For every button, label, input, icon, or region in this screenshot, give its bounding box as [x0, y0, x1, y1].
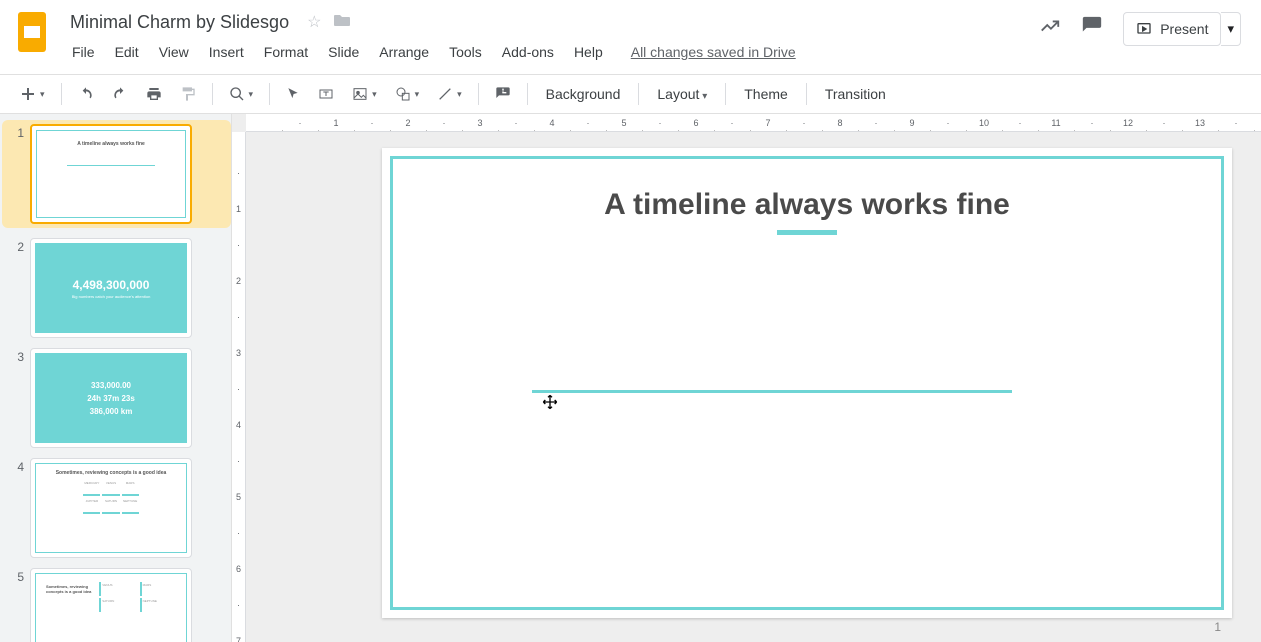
thumb-cell: SATURN: [99, 598, 137, 612]
present-label: Present: [1160, 21, 1208, 37]
slide-thumb-1[interactable]: 1 A timeline always works fine: [2, 120, 231, 228]
thumb-cell: NEPTUNE: [122, 498, 139, 514]
save-status[interactable]: All changes saved in Drive: [631, 44, 796, 60]
redo-button[interactable]: [104, 80, 136, 108]
slide-thumb-2[interactable]: 2 4,498,300,000 Big numbers catch your a…: [6, 238, 231, 338]
menu-view[interactable]: View: [151, 40, 197, 64]
canvas-area[interactable]: ·1·2·3·4·5·6·7·8·9·10·11·12·13·14·15·16·…: [232, 114, 1261, 642]
menu-edit[interactable]: Edit: [107, 40, 147, 64]
header: Minimal Charm by Slidesgo ☆ File Edit Vi…: [0, 0, 1261, 74]
separator: [806, 83, 807, 105]
slide-timeline-line[interactable]: [532, 390, 1012, 393]
slide-canvas[interactable]: A timeline always works fine: [382, 148, 1232, 618]
zoom-button[interactable]: [221, 80, 262, 108]
slide-title-text[interactable]: A timeline always works fine: [382, 188, 1232, 222]
textbox-button[interactable]: [310, 80, 342, 108]
thumb-number: 4: [6, 458, 30, 474]
thumb-bignum: 4,498,300,000: [73, 278, 150, 292]
thumb-number: 1: [6, 124, 30, 140]
layout-button[interactable]: Layout: [647, 80, 717, 108]
slide-thumb-4[interactable]: 4 Sometimes, reviewing concepts is a goo…: [6, 458, 231, 558]
thumb-line: 386,000 km: [90, 407, 133, 416]
menu-arrange[interactable]: Arrange: [371, 40, 437, 64]
slide-underline: [777, 230, 837, 235]
thumb-title: Sometimes, reviewing concepts is a good …: [42, 580, 97, 598]
menu-tools[interactable]: Tools: [441, 40, 490, 64]
menu-file[interactable]: File: [64, 40, 103, 64]
print-button[interactable]: [138, 80, 170, 108]
folder-icon[interactable]: [333, 13, 351, 32]
paint-format-button[interactable]: [172, 80, 204, 108]
filmstrip[interactable]: 1 A timeline always works fine 2 4,498,3…: [0, 114, 232, 642]
present-button[interactable]: Present: [1123, 12, 1221, 46]
move-cursor-icon: [542, 394, 558, 410]
app-logo-icon[interactable]: [12, 8, 52, 56]
line-button[interactable]: [429, 80, 470, 108]
ruler-horizontal: ·1·2·3·4·5·6·7·8·9·10·11·12·13·14·15·16·…: [246, 114, 1261, 132]
workspace: 1 A timeline always works fine 2 4,498,3…: [0, 114, 1261, 642]
thumb-number: 3: [6, 348, 30, 364]
page-number: 1: [1214, 620, 1221, 634]
thumb-cell: NEPTUNE: [140, 598, 178, 612]
thumb-line: 24h 37m 23s: [87, 394, 135, 403]
ruler-vertical: ·1·2·3·4·5·6·7·8·9·10·11·12·13·14: [232, 132, 246, 642]
thumb-cell: MARS: [122, 480, 139, 496]
thumb-line: 333,000.00: [91, 381, 131, 390]
undo-button[interactable]: [70, 80, 102, 108]
menu-slide[interactable]: Slide: [320, 40, 367, 64]
thumb-title: Sometimes, reviewing concepts is a good …: [56, 470, 167, 476]
slide-border: [390, 156, 1224, 610]
separator: [61, 83, 62, 105]
thumb-cell: SATURN: [102, 498, 119, 514]
slide-thumb-3[interactable]: 3 333,000.00 24h 37m 23s 386,000 km: [6, 348, 231, 448]
image-button[interactable]: [344, 80, 385, 108]
separator: [269, 83, 270, 105]
title-area: Minimal Charm by Slidesgo ☆ File Edit Vi…: [64, 8, 1039, 64]
separator: [212, 83, 213, 105]
menubar: File Edit View Insert Format Slide Arran…: [64, 40, 1039, 64]
insert-comment-button[interactable]: [487, 80, 519, 108]
document-title[interactable]: Minimal Charm by Slidesgo: [64, 10, 295, 35]
thumb-cell: MARS: [140, 582, 178, 596]
activity-icon[interactable]: [1039, 15, 1061, 43]
background-button[interactable]: Background: [536, 80, 631, 108]
menu-help[interactable]: Help: [566, 40, 611, 64]
thumb-cell: VENUS: [102, 480, 119, 496]
slide-thumb-5[interactable]: 5 Sometimes, reviewing concepts is a goo…: [6, 568, 231, 642]
theme-button[interactable]: Theme: [734, 80, 798, 108]
star-icon[interactable]: ☆: [307, 12, 321, 32]
thumb-cell: JUPITER: [83, 498, 100, 514]
menu-format[interactable]: Format: [256, 40, 316, 64]
menu-addons[interactable]: Add-ons: [494, 40, 562, 64]
toolbar: Background Layout Theme Transition: [0, 74, 1261, 114]
thumb-title: A timeline always works fine: [77, 141, 145, 147]
separator: [725, 83, 726, 105]
menu-insert[interactable]: Insert: [201, 40, 252, 64]
header-right: Present ▾: [1039, 8, 1249, 46]
shape-button[interactable]: [387, 80, 428, 108]
thumb-number: 2: [6, 238, 30, 254]
thumb-cell: MERCURY: [83, 480, 100, 496]
thumb-sub: Big numbers catch your audience's attent…: [72, 294, 151, 299]
comment-icon[interactable]: [1081, 15, 1103, 43]
separator: [638, 83, 639, 105]
present-dropdown[interactable]: ▾: [1221, 12, 1241, 46]
thumb-number: 5: [6, 568, 30, 584]
thumb-cell: VENUS: [99, 582, 137, 596]
select-tool-button[interactable]: [278, 81, 308, 107]
separator: [527, 83, 528, 105]
separator: [478, 83, 479, 105]
transition-button[interactable]: Transition: [815, 80, 896, 108]
new-slide-button[interactable]: [12, 80, 53, 108]
